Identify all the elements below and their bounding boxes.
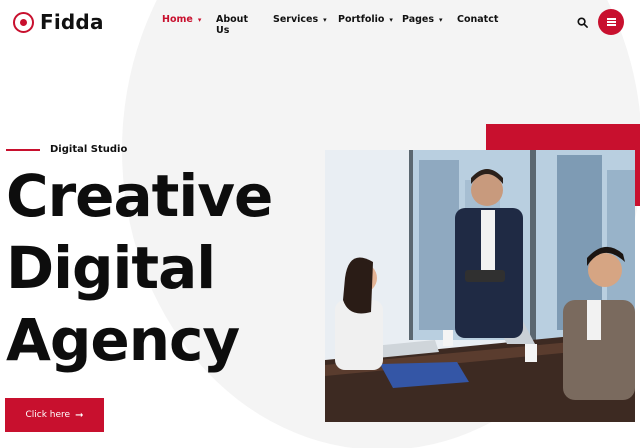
logo-text: Fidda (40, 10, 104, 34)
nav-item-about-us[interactable]: About Us (216, 14, 248, 36)
headline-line-3: Agency (6, 306, 240, 374)
arrow-right-icon: ➞ (75, 409, 84, 421)
nav-item-portfolio[interactable]: Portfolio ▾ (338, 14, 393, 25)
headline-line-2: Digital (6, 234, 216, 302)
photo-illustration (325, 150, 635, 422)
nav-label: Conatct (457, 14, 499, 25)
chevron-down-icon: ▾ (439, 15, 443, 24)
chevron-down-icon: ▾ (389, 15, 393, 24)
search-button[interactable] (572, 12, 592, 32)
nav-item-contact[interactable]: Conatct (457, 14, 498, 25)
hero-headline: Creative Digital Agency (6, 160, 273, 376)
headline-line-1: Creative (6, 162, 273, 230)
hamburger-icon (606, 17, 616, 28)
nav-label: Services (273, 14, 319, 25)
eyebrow-divider (6, 148, 40, 151)
menu-button[interactable] (598, 9, 624, 35)
eyebrow-label: Digital Studio (50, 144, 128, 155)
nav-item-home[interactable]: Home ▾ (162, 14, 201, 25)
logo[interactable]: Fidda (13, 10, 104, 34)
nav-item-pages[interactable]: Pages ▾ (402, 14, 443, 25)
nav-label: Pages (402, 14, 435, 25)
chevron-down-icon: ▾ (323, 15, 327, 24)
click-here-button[interactable]: Click here ➞ (5, 398, 104, 432)
chevron-down-icon: ▾ (197, 15, 202, 24)
logo-icon (13, 11, 34, 33)
cta-label: Click here (25, 410, 71, 420)
search-icon (576, 16, 588, 28)
nav-label: About Us (216, 14, 248, 36)
nav-item-services[interactable]: Services ▾ (273, 14, 327, 25)
nav-label: Home (162, 14, 193, 25)
team-meeting-photo (325, 150, 635, 422)
hero-eyebrow: Digital Studio (6, 144, 127, 155)
site-header: Fidda Home ▾ About Us Services ▾ Portfol… (0, 0, 640, 44)
nav-label: Portfolio (338, 14, 385, 25)
